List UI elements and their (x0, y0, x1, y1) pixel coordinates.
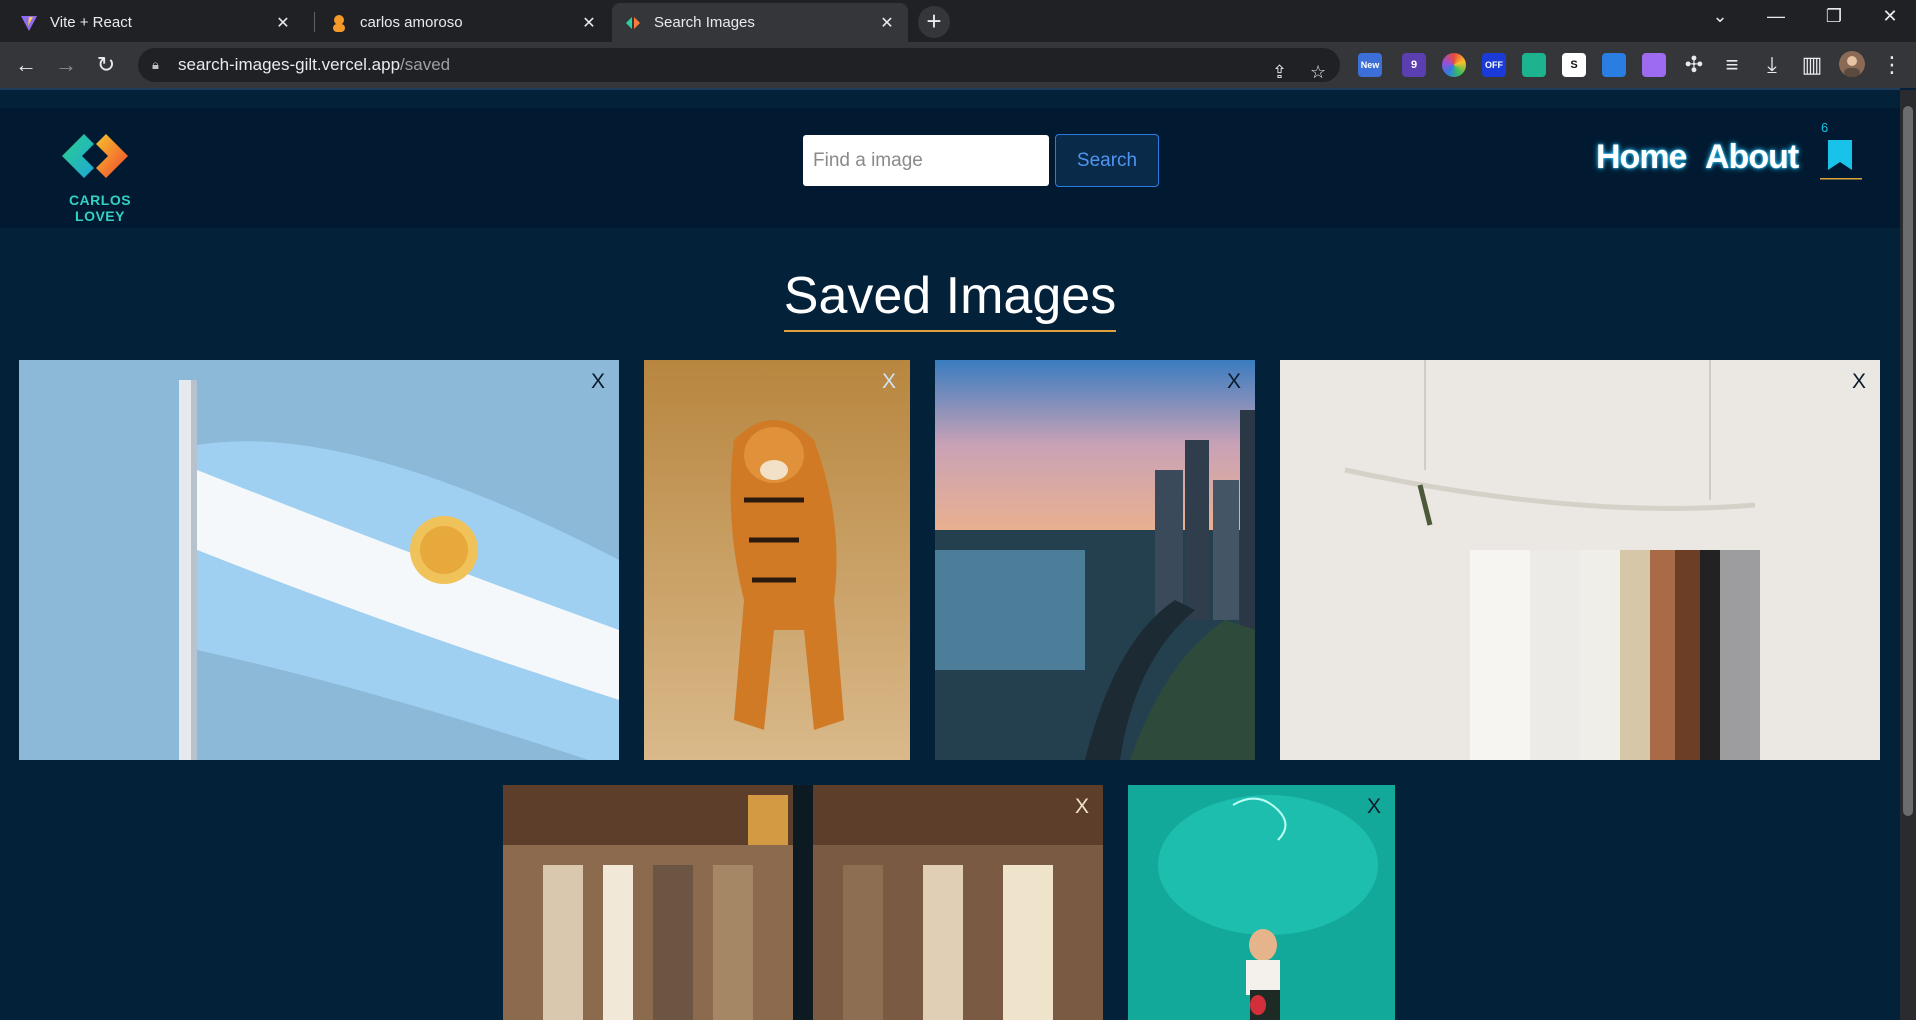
extension-check-icon[interactable] (1602, 53, 1626, 77)
download-icon[interactable]: ⤓ (1758, 51, 1786, 79)
tab-search-images[interactable]: Search Images ✕ (612, 3, 908, 42)
restore-icon[interactable]: ❐ (1814, 6, 1854, 27)
neon-woman-image (1128, 785, 1395, 1020)
extension-off-icon[interactable]: OFF (1482, 53, 1506, 77)
remove-image-button[interactable]: X (882, 370, 896, 394)
vite-icon (20, 14, 38, 32)
address-bar[interactable]: 🔒︎ search-images-gilt.vercel.app/saved ⇪… (138, 48, 1340, 82)
extension-color-icon[interactable] (1442, 53, 1466, 77)
scrollbar-thumb[interactable] (1903, 106, 1913, 816)
nav-home-link[interactable]: Home (1596, 138, 1687, 177)
close-tab-icon[interactable]: ✕ (580, 13, 598, 33)
argentina-flag-image (19, 360, 619, 760)
extension-badge-icon[interactable]: 9 (1402, 53, 1426, 77)
brand-name: CARLOS LOVEY (68, 192, 132, 224)
remove-image-button[interactable]: X (1367, 795, 1381, 819)
tab-search-icon[interactable]: ⌄ (1700, 6, 1740, 27)
saved-image-card[interactable]: X (935, 360, 1255, 760)
city-skyline-image (935, 360, 1255, 760)
minimize-icon[interactable]: — (1756, 6, 1796, 27)
search-images-icon (624, 14, 642, 32)
side-panel-icon[interactable]: ▥ (1798, 51, 1826, 79)
extensions-puzzle-icon[interactable]: ✣ (1680, 51, 1708, 79)
saved-image-card[interactable]: X (503, 785, 1103, 1020)
back-icon[interactable]: ← (12, 51, 40, 79)
user-icon (330, 14, 348, 32)
new-tab-button[interactable]: + (918, 6, 950, 38)
extension-new-icon[interactable]: New (1358, 53, 1382, 77)
site-header: CARLOS LOVEY Search Home About 6 (0, 108, 1900, 228)
remove-image-button[interactable]: X (1852, 370, 1866, 394)
page-title-wrap: Saved Images (0, 266, 1900, 332)
tab-vite-react[interactable]: Vite + React ✕ (8, 3, 304, 42)
remove-image-button[interactable]: X (1227, 370, 1241, 394)
url-host: search-images-gilt.vercel.app (178, 55, 401, 74)
close-tab-icon[interactable]: ✕ (878, 13, 896, 33)
clothes-rack-image (1280, 360, 1880, 760)
page-title: Saved Images (783, 266, 1117, 332)
avatar[interactable] (1838, 51, 1866, 79)
star-icon[interactable]: ☆ (1310, 55, 1326, 89)
browser-tab-bar: Vite + React ✕ carlos amoroso ✕ Search I… (0, 0, 1916, 42)
close-tab-icon[interactable]: ✕ (274, 13, 292, 33)
extension-bird-icon[interactable] (1522, 53, 1546, 77)
saved-image-card[interactable]: X (19, 360, 619, 760)
clothing-store-image (503, 785, 1103, 1020)
tab-title: Search Images (654, 14, 755, 31)
window-close-icon[interactable]: ✕ (1870, 6, 1910, 27)
content-divider (0, 88, 1900, 90)
nav-about-link[interactable]: About (1705, 138, 1799, 177)
tab-title: Vite + React (50, 14, 132, 31)
extension-purple-icon[interactable] (1642, 53, 1666, 77)
tab-carlos-amoroso[interactable]: carlos amoroso ✕ (318, 3, 610, 42)
saved-image-card[interactable]: X (644, 360, 910, 760)
remove-image-button[interactable]: X (591, 370, 605, 394)
saved-count-badge: 6 (1821, 120, 1829, 135)
url-path: /saved (400, 55, 451, 74)
browser-toolbar: ← → ↻ 🔒︎ search-images-gilt.vercel.app/s… (0, 42, 1916, 88)
site-logo[interactable]: CARLOS LOVEY (44, 122, 156, 224)
search-button[interactable]: Search (1055, 134, 1159, 187)
media-queue-icon[interactable]: ≡ (1718, 51, 1746, 79)
browser-menu-icon[interactable]: ⋮ (1878, 51, 1906, 79)
logo-chevrons-icon (62, 134, 128, 178)
tiger-image (644, 360, 910, 760)
tab-title: carlos amoroso (360, 14, 463, 31)
tab-divider (314, 12, 315, 32)
saved-image-card[interactable]: X (1280, 360, 1880, 760)
extension-s-icon[interactable]: S (1562, 53, 1586, 77)
saved-bookmark-button[interactable]: 6 (1818, 120, 1864, 190)
reload-icon[interactable]: ↻ (92, 51, 120, 79)
lock-icon: 🔒︎ (152, 57, 159, 72)
forward-icon[interactable]: → (52, 51, 80, 79)
saved-image-card[interactable]: X (1128, 785, 1395, 1020)
share-icon[interactable]: ⇪ (1272, 55, 1287, 89)
remove-image-button[interactable]: X (1075, 795, 1089, 819)
search-input[interactable] (803, 135, 1049, 186)
